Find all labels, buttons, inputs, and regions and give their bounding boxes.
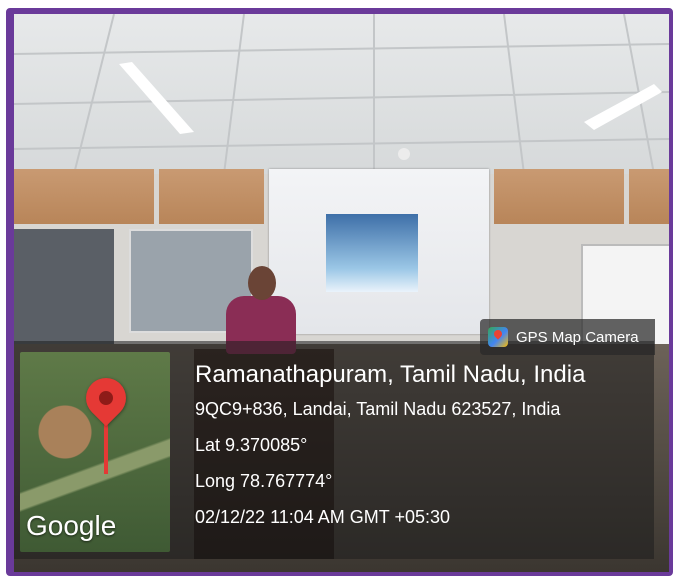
gps-map-camera-icon bbox=[488, 327, 508, 347]
location-details: Ramanathapuram, Tamil Nadu, India 9QC9+8… bbox=[195, 360, 585, 542]
google-logo: Google bbox=[26, 510, 117, 541]
wood-panel bbox=[159, 169, 264, 224]
ceiling-grid bbox=[14, 14, 669, 174]
latitude-line: Lat 9.370085° bbox=[195, 435, 308, 455]
speaker-head bbox=[248, 266, 276, 300]
gps-camera-badge: GPS Map Camera bbox=[480, 319, 655, 355]
longitude-line: Long 78.767774° bbox=[195, 471, 333, 491]
wood-panel bbox=[14, 169, 154, 224]
door bbox=[14, 229, 114, 349]
gps-badge-label: GPS Map Camera bbox=[516, 328, 639, 346]
ceiling bbox=[14, 14, 669, 174]
wood-panel bbox=[629, 169, 669, 224]
map-thumbnail: Google bbox=[20, 352, 170, 552]
wood-panel bbox=[494, 169, 624, 224]
projected-slide bbox=[326, 214, 418, 292]
address-line: 9QC9+836, Landai, Tamil Nadu 623527, Ind… bbox=[195, 399, 561, 419]
location-title: Ramanathapuram, Tamil Nadu, India bbox=[195, 361, 586, 388]
timestamp-line: 02/12/22 11:04 AM GMT +05:30 bbox=[195, 507, 451, 527]
